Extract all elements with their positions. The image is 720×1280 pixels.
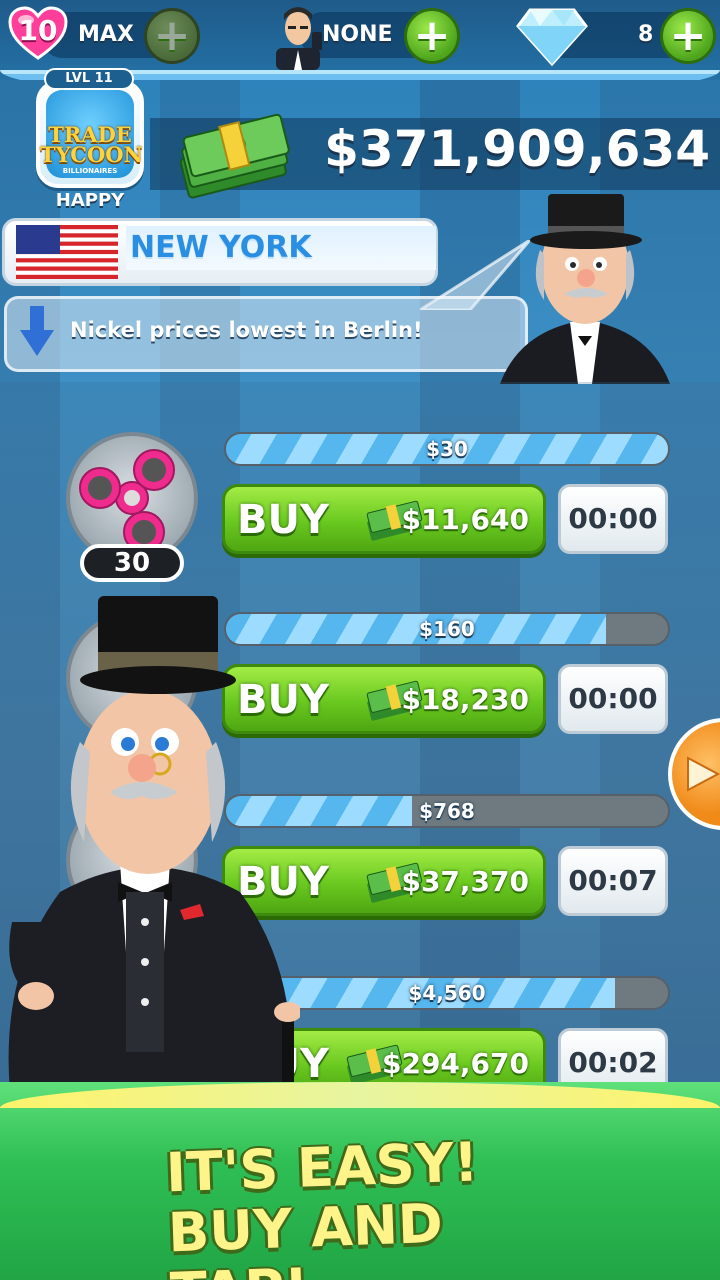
- gems-count: 8: [638, 22, 654, 47]
- item-timer: 00:00: [558, 664, 668, 734]
- buy-label: BUY: [237, 497, 329, 543]
- add-lives-button[interactable]: +: [144, 8, 200, 64]
- item-timer: 00:00: [558, 484, 668, 554]
- buy-price: $18,230: [401, 683, 529, 716]
- news-message: Nickel prices lowest in Berlin!: [70, 318, 423, 342]
- fidget-spinner-icon: [79, 449, 175, 553]
- promo-text: IT'S EASY! BUY AND TAP!: [164, 1130, 480, 1280]
- cash-stack-icon: [179, 113, 290, 199]
- buy-price: $11,640: [401, 503, 529, 536]
- mood-label: HAPPY: [55, 190, 125, 211]
- lives-status: MAX: [78, 22, 134, 47]
- add-gems-button[interactable]: +: [660, 8, 716, 64]
- buy-price: $294,670: [381, 1047, 529, 1080]
- game-logo: TRADE TYCOON: [40, 122, 143, 167]
- tycoon-character-large: [8, 596, 300, 1092]
- city-name: NEW YORK: [126, 226, 436, 270]
- lives-count: 10: [18, 14, 58, 47]
- item-sell-price: $30: [426, 437, 468, 461]
- level-tag: LVL 11: [44, 68, 134, 90]
- logo-subtitle: BILLIONAIRES: [62, 167, 118, 175]
- buy-price: $37,370: [401, 865, 529, 898]
- play-arrow-icon: [687, 756, 720, 792]
- tycoon-character-small: [500, 194, 670, 384]
- manager-status: NONE: [322, 22, 393, 47]
- item-progress-bar: $30: [224, 432, 670, 466]
- manager-avatar-icon: [276, 7, 322, 70]
- buy-button[interactable]: BUY $11,640: [222, 484, 546, 554]
- item-owned-count: 30: [80, 544, 184, 582]
- price-down-arrow-icon: [20, 306, 54, 356]
- add-manager-button[interactable]: +: [404, 8, 460, 64]
- us-flag-icon: [16, 225, 118, 279]
- diamond-icon: [516, 8, 588, 66]
- item-timer: 00:07: [558, 846, 668, 916]
